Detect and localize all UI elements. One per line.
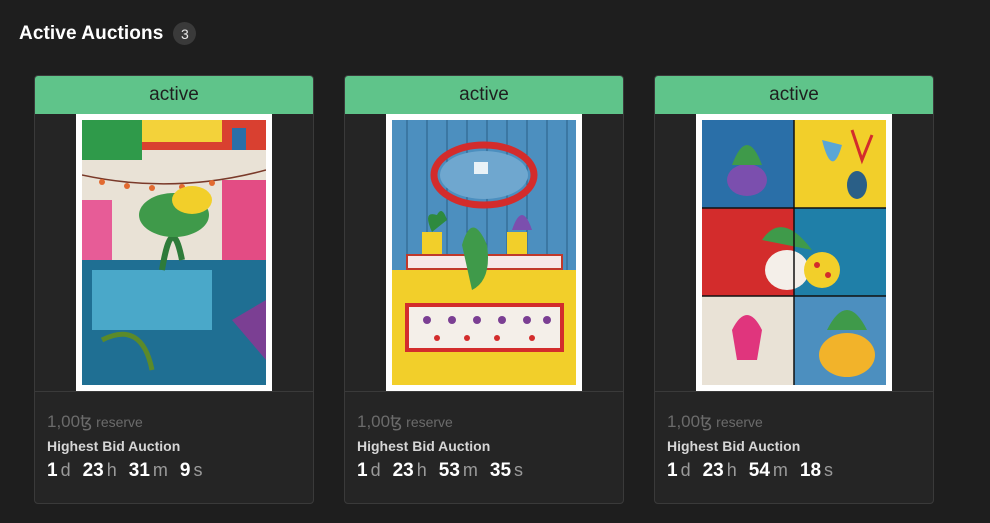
reserve-line: 1,00ꜩ reserve bbox=[667, 412, 921, 432]
artwork-frame[interactable] bbox=[345, 114, 623, 391]
countdown-days-value: 1 bbox=[667, 460, 678, 481]
countdown-minutes: 31 m bbox=[129, 460, 168, 482]
countdown-seconds-value: 9 bbox=[179, 460, 191, 481]
countdown-seconds-suffix: s bbox=[514, 460, 524, 480]
countdown-minutes-suffix: m bbox=[152, 460, 168, 480]
countdown-minutes-suffix: m bbox=[772, 460, 788, 480]
countdown-hours: 23 h bbox=[703, 460, 737, 482]
reserve-amount: 1,00ꜩ bbox=[667, 412, 713, 431]
reserve-label: reserve bbox=[406, 414, 453, 430]
artwork-frame[interactable] bbox=[35, 114, 313, 391]
countdown-seconds-value: 18 bbox=[799, 460, 822, 481]
artwork-image bbox=[392, 120, 576, 385]
status-badge: active bbox=[35, 76, 313, 114]
courtyard-garden-artwork[interactable] bbox=[76, 114, 272, 391]
status-badge: active bbox=[655, 76, 933, 114]
auction-type: Highest Bid Auction bbox=[357, 438, 491, 454]
reserve-amount: 1,00ꜩ bbox=[357, 412, 403, 431]
countdown-minutes: 53 m bbox=[439, 460, 478, 482]
reserve-line: 1,00ꜩ reserve bbox=[357, 412, 611, 432]
countdown-seconds: 9s bbox=[180, 460, 203, 482]
countdown-hours-value: 23 bbox=[82, 460, 104, 481]
countdown-timer: 1d 23 h 31 m 9s bbox=[47, 460, 301, 482]
countdown-days: 1d bbox=[667, 460, 691, 482]
countdown-hours-suffix: h bbox=[416, 460, 427, 480]
countdown-days-value: 1 bbox=[357, 460, 368, 481]
countdown-hours: 23 h bbox=[83, 460, 117, 482]
auction-card[interactable]: active 1,00ꜩ reserve Highest Bid Auction… bbox=[34, 75, 314, 504]
countdown-timer: 1d 23 h 54 m 18 s bbox=[667, 460, 921, 482]
auction-card[interactable]: active 1,00ꜩ reserve Highest Bid Auction… bbox=[344, 75, 624, 504]
auction-info: 1,00ꜩ reserve Highest Bid Auction 1d 23 h… bbox=[655, 392, 933, 482]
countdown-days-suffix: d bbox=[680, 460, 691, 480]
countdown-hours-value: 23 bbox=[702, 460, 724, 481]
section-title: Active Auctions bbox=[19, 22, 164, 44]
countdown-seconds: 35 s bbox=[490, 460, 523, 482]
reserve-label: reserve bbox=[96, 414, 143, 430]
countdown-days: 1d bbox=[47, 460, 71, 482]
countdown-minutes-value: 53 bbox=[438, 460, 460, 481]
reserve-amount: 1,00ꜩ bbox=[47, 412, 93, 431]
countdown-hours-value: 23 bbox=[392, 460, 414, 481]
reserve-label: reserve bbox=[716, 414, 763, 430]
countdown-days-suffix: d bbox=[370, 460, 381, 480]
countdown-timer: 1d 23 h 53 m 35 s bbox=[357, 460, 611, 482]
reserve-line: 1,00ꜩ reserve bbox=[47, 412, 301, 432]
countdown-seconds-suffix: s bbox=[193, 460, 203, 480]
auction-type: Highest Bid Auction bbox=[667, 438, 801, 454]
countdown-seconds-value: 35 bbox=[489, 460, 512, 481]
potted-plants-grid-artwork[interactable] bbox=[696, 114, 892, 391]
countdown-minutes-value: 54 bbox=[748, 460, 770, 481]
countdown-minutes: 54 m bbox=[749, 460, 788, 482]
countdown-days-value: 1 bbox=[47, 460, 58, 481]
auction-type: Highest Bid Auction bbox=[47, 438, 181, 454]
countdown-hours: 23 h bbox=[393, 460, 427, 482]
countdown-hours-suffix: h bbox=[726, 460, 737, 480]
status-badge: active bbox=[345, 76, 623, 114]
auction-card[interactable]: active 1,00ꜩ reserve Highest Bid Auction… bbox=[654, 75, 934, 504]
countdown-days-suffix: d bbox=[60, 460, 71, 480]
auction-info: 1,00ꜩ reserve Highest Bid Auction 1d 23 h… bbox=[345, 392, 623, 482]
artwork-image bbox=[702, 120, 886, 385]
countdown-days: 1d bbox=[357, 460, 381, 482]
artwork-frame[interactable] bbox=[655, 114, 933, 391]
countdown-seconds: 18 s bbox=[800, 460, 833, 482]
mirror-plants-room-artwork[interactable] bbox=[386, 114, 582, 391]
count-badge: 3 bbox=[173, 22, 197, 45]
artwork-image bbox=[82, 120, 266, 385]
page: Active Auctions 3 active 1,00ꜩ reserve H… bbox=[0, 0, 990, 523]
section-header: Active Auctions 3 bbox=[19, 22, 197, 45]
countdown-minutes-value: 31 bbox=[128, 460, 150, 481]
auction-info: 1,00ꜩ reserve Highest Bid Auction 1d 23 h… bbox=[35, 392, 313, 482]
countdown-minutes-suffix: m bbox=[462, 460, 478, 480]
countdown-seconds-suffix: s bbox=[824, 460, 834, 480]
countdown-hours-suffix: h bbox=[106, 460, 117, 480]
